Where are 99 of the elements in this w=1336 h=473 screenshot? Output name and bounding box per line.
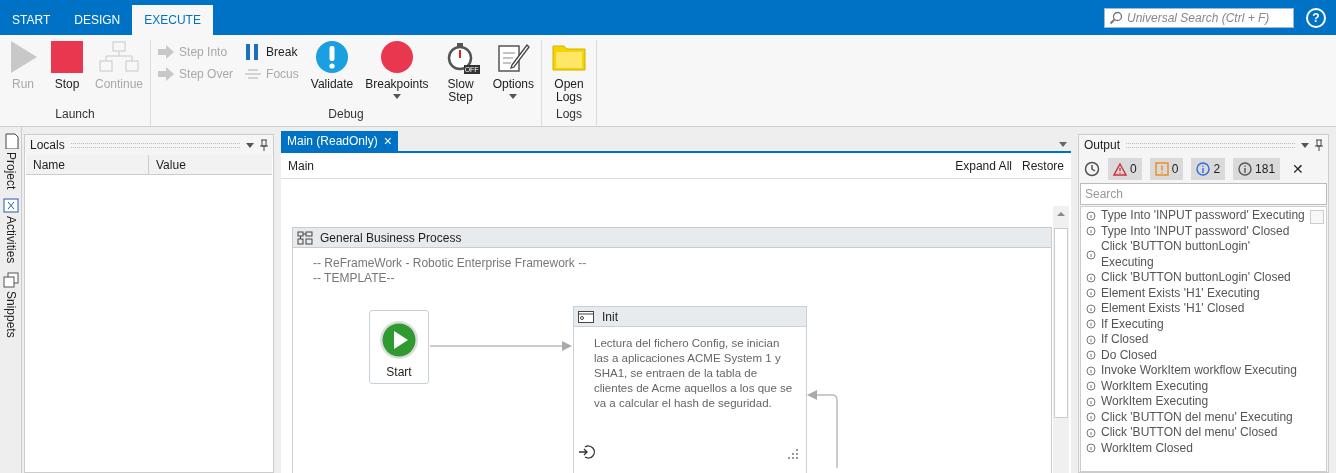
ribbon-button[interactable]: Stop <box>47 40 87 91</box>
folder-icon <box>552 43 586 71</box>
search-field[interactable]: Search <box>1080 183 1327 205</box>
log-entry: Invoke WorkItem workflow Executing <box>1101 363 1297 379</box>
clear-button[interactable]: ✕ <box>1292 158 1305 180</box>
scroll-up-button[interactable] <box>1310 210 1324 224</box>
filter-button[interactable]: 2 <box>1191 158 1226 180</box>
group-label: Launch <box>54 106 96 123</box>
info-icon <box>1086 381 1096 392</box>
play-icon <box>379 320 419 360</box>
annotation-text: -- TEMPLATE-- <box>313 271 396 286</box>
ribbon-tab[interactable]: EXECUTE <box>132 5 213 35</box>
ribbon-button[interactable]: Options <box>488 40 538 99</box>
caret-icon <box>1059 142 1067 147</box>
info-icon <box>1086 396 1096 407</box>
file-icon <box>2 133 19 149</box>
side-tab[interactable]: Snippets <box>1 271 20 338</box>
node-label: Start <box>386 364 412 381</box>
info-icon <box>1238 162 1253 176</box>
info-icon <box>1086 288 1096 299</box>
state-node[interactable]: Init Lectura del fichero Config, se inician las a aplicaciones ACME System 1 y SHA1, se entraen de la tabla de clientes de Acme aquellos a los que se va a calcular el hash de seguridad. <box>573 306 807 473</box>
arrow-icon <box>158 45 175 59</box>
toolbar-link[interactable]: Restore <box>1021 156 1064 175</box>
side-tab[interactable]: Activities <box>1 197 20 264</box>
info-icon <box>1086 272 1096 283</box>
flowchart-icon <box>297 230 313 245</box>
log-entry: WorkItem Executing <box>1101 378 1209 394</box>
info-icon <box>1086 226 1096 237</box>
log-entry: If Executing <box>1101 316 1164 332</box>
info-icon <box>1086 303 1096 314</box>
stop-icon <box>51 41 83 73</box>
entry-icon <box>579 444 597 460</box>
info-icon <box>1086 319 1096 330</box>
column-header[interactable]: Name <box>26 155 149 174</box>
annotation-text: -- ReFrameWork - Robotic Enterprise Framework -- <box>313 256 587 271</box>
start-node[interactable]: Start <box>369 310 429 384</box>
help-button[interactable]: ? <box>1306 7 1326 28</box>
log-entry: Type Into 'INPUT password' Executing <box>1101 208 1305 224</box>
log-entry: Click 'BUTTON del menu' Closed <box>1101 425 1278 441</box>
log-entry: WorkItem Executing <box>1101 394 1209 410</box>
resize-grip-icon <box>788 449 798 459</box>
exclamation-icon <box>1154 162 1169 176</box>
log-entry: Type Into 'INPUT password' Closed <box>1101 223 1290 239</box>
search-field[interactable]: Universal Search (Ctrl + F) <box>1104 7 1294 28</box>
pin-icon <box>1315 139 1323 151</box>
arrow-icon <box>158 67 175 81</box>
ribbon-button[interactable]: Break <box>245 43 299 61</box>
close-button[interactable]: × <box>383 134 392 148</box>
info-icon <box>1086 412 1096 423</box>
ribbon-button[interactable]: Validate <box>306 40 358 91</box>
info-icon <box>1086 210 1096 221</box>
ribbon-tab[interactable]: START <box>0 5 63 35</box>
column-header[interactable]: Value <box>149 155 272 174</box>
ribbon-button[interactable]: Breakpoints <box>361 40 433 99</box>
document-tab[interactable]: Main (ReadOnly) × <box>281 131 398 151</box>
info-icon <box>1196 162 1211 176</box>
info-icon <box>1086 334 1096 345</box>
ribbon-tab[interactable]: DESIGN <box>62 5 133 35</box>
panel-title: Locals <box>30 137 65 154</box>
breakpoint-icon <box>379 40 414 74</box>
info-icon <box>1086 249 1096 260</box>
filter-button[interactable]: 0 <box>1149 158 1184 180</box>
window-icon <box>578 310 594 323</box>
info-icon <box>1086 427 1096 438</box>
filter-button[interactable]: 0 <box>1108 158 1142 180</box>
caret-icon <box>1301 142 1309 148</box>
clock-icon <box>1084 161 1100 177</box>
log-entry: Click 'BUTTON del menu' Executing <box>1101 409 1293 425</box>
hierarchy-icon <box>98 41 140 73</box>
log-entry: If Closed <box>1101 332 1149 348</box>
info-icon <box>1086 350 1096 361</box>
log-entry: Click 'BUTTON buttonLogin' Closed <box>1101 270 1291 286</box>
breadcrumb[interactable]: Main <box>288 156 314 175</box>
stacked-pages-icon <box>2 271 19 288</box>
sequence-title: General Business Process <box>320 229 462 247</box>
state-title: Init <box>602 308 618 326</box>
state-description: Lectura del fichero Config, se inician las a aplicaciones ACME System 1 y SHA1, se entraen de la tabla de clientes de Acme aquellos a los que se va a calcular el hash de seguridad. <box>593 336 794 411</box>
toolbar-link[interactable]: Expand All <box>955 156 1012 175</box>
scrollbar[interactable] <box>1053 206 1069 473</box>
log-entry: Element Exists 'H1' Closed <box>1101 301 1245 317</box>
info-icon <box>1086 443 1096 454</box>
group-label: Debug <box>327 106 365 123</box>
exclamation-icon <box>315 40 349 74</box>
log-entry: WorkItem Closed <box>1101 440 1193 456</box>
search-icon <box>1109 10 1123 25</box>
toolbox-icon <box>2 197 19 214</box>
warning-triangle-icon <box>1113 162 1127 176</box>
group-label: Logs <box>554 106 583 123</box>
log-entry: Click 'BUTTON buttonLogin' Executing <box>1101 239 1252 270</box>
panel-title: Output <box>1084 137 1121 154</box>
side-tab[interactable]: Project <box>1 133 20 190</box>
filter-button[interactable]: 181 <box>1233 158 1281 180</box>
lines-icon <box>245 68 262 80</box>
log-entry: Element Exists 'H1' Executing <box>1101 285 1260 301</box>
caret-icon <box>246 142 254 148</box>
log-entry: Do Closed <box>1101 347 1158 363</box>
ribbon-button[interactable]: Open Logs <box>545 40 593 104</box>
pin-icon <box>260 139 268 151</box>
info-icon <box>1086 365 1096 376</box>
